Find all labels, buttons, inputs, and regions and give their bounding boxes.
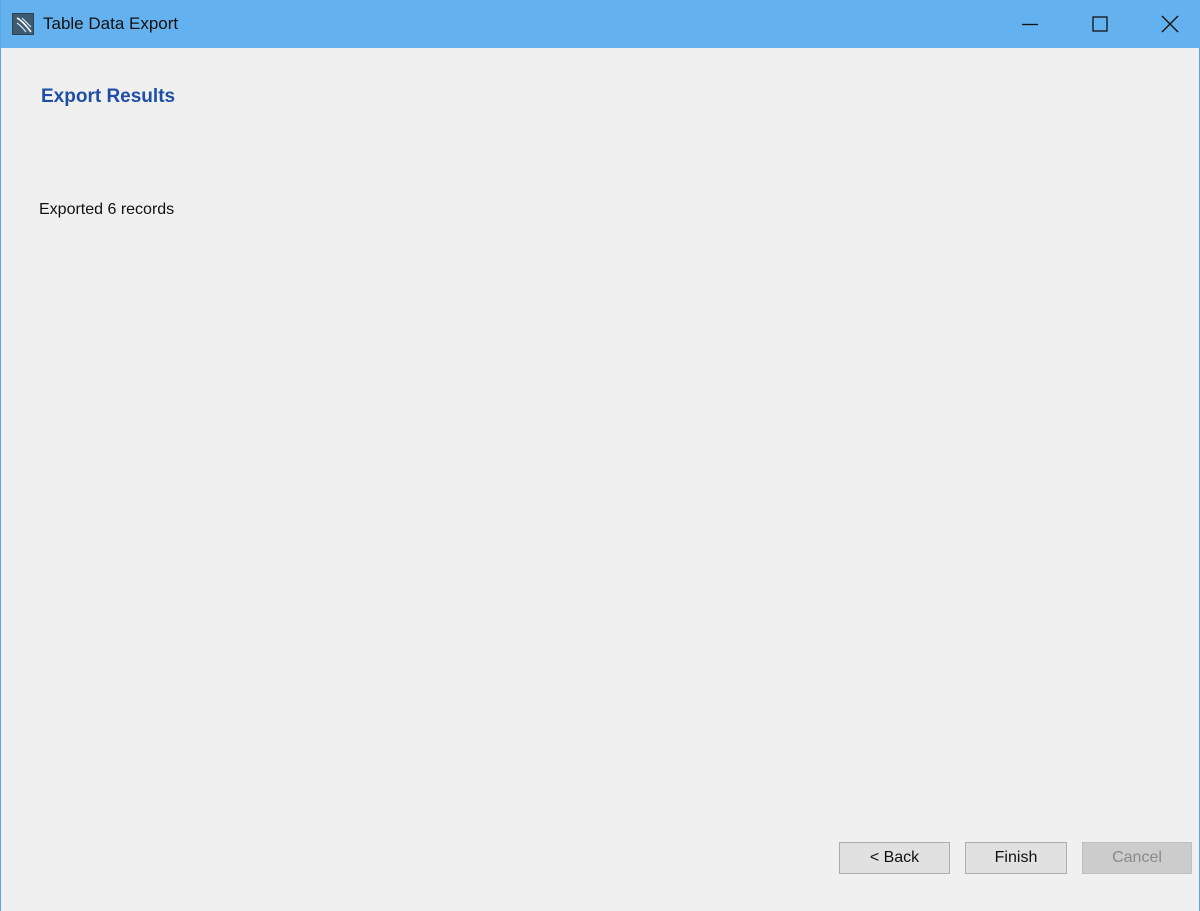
finish-button[interactable]: Finish <box>965 842 1067 874</box>
page-title: Export Results <box>41 86 176 107</box>
maximize-icon <box>1092 16 1108 32</box>
title-bar[interactable]: Table Data Export <box>1 0 1200 48</box>
minimize-icon <box>1022 23 1038 26</box>
window-title: Table Data Export <box>43 14 179 33</box>
back-button[interactable]: < Back <box>839 842 950 874</box>
maximize-button[interactable] <box>1065 0 1135 48</box>
cancel-button: Cancel <box>1082 842 1192 874</box>
table-data-export-window: Table Data Export Export Results Exporte… <box>0 0 1200 911</box>
mysql-workbench-icon <box>12 13 34 35</box>
minimize-button[interactable] <box>995 0 1065 48</box>
close-button[interactable] <box>1135 0 1200 48</box>
close-icon <box>1161 15 1179 33</box>
export-status-text: Exported 6 records <box>39 201 175 218</box>
